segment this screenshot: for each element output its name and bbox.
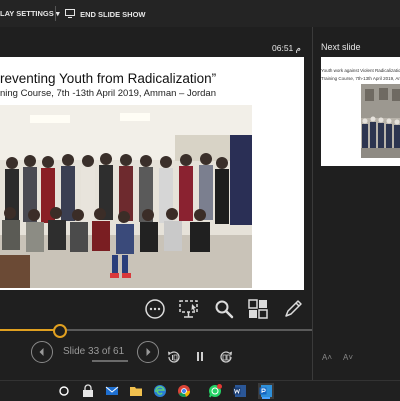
next-slide-heading: Next slide: [321, 42, 361, 52]
pause-icon: [197, 352, 203, 361]
taskbar-word[interactable]: [232, 383, 248, 399]
forward-30-icon: [220, 351, 232, 363]
forward-button[interactable]: [218, 350, 234, 364]
chrome-icon: [178, 385, 191, 398]
search-icon: [59, 386, 69, 396]
rewind-button[interactable]: [166, 350, 182, 364]
lock-icon: [83, 384, 93, 397]
pen-pointer-icon: [179, 300, 198, 318]
see-all-slides-icon: [248, 299, 268, 319]
edge-icon: [154, 385, 166, 397]
taskbar-chrome[interactable]: [176, 383, 192, 399]
taskbar-lock-app[interactable]: [80, 383, 96, 399]
end-slide-show-label: END SLIDE SHOW: [80, 10, 146, 19]
taskbar-powerpoint[interactable]: [258, 383, 274, 399]
powerpoint-icon: [259, 385, 272, 397]
presenter-toolbar: LAY SETTINGS ▾ END SLIDE SHOW: [0, 0, 400, 28]
pointer-tool-button[interactable]: [178, 298, 200, 320]
taskbar-file-explorer[interactable]: [128, 383, 144, 399]
slide-subtitle: ning Course, 7th -13th April 2019, Amman…: [0, 88, 216, 99]
zoom-icon: [215, 300, 234, 319]
taskbar-search[interactable]: [56, 383, 72, 399]
slide-progress-bar[interactable]: [0, 324, 312, 338]
slide-title: reventing Youth from Radicalization”: [0, 71, 217, 86]
current-slide[interactable]: reventing Youth from Radicalization” nin…: [0, 57, 304, 290]
chevron-right-icon: [146, 348, 151, 356]
chevron-left-icon: [39, 348, 44, 356]
see-all-slides-button[interactable]: [247, 298, 269, 320]
display-settings-button[interactable]: LAY SETTINGS ▾: [0, 9, 60, 18]
taskbar-whatsapp[interactable]: [207, 383, 223, 399]
next-slide-title: Youth work against Violent Radicalizatio…: [321, 68, 400, 73]
previous-slide-button[interactable]: [31, 341, 53, 363]
end-show-icon: [65, 9, 75, 18]
mail-icon: [105, 386, 119, 395]
rewind-10-icon: [168, 351, 180, 363]
pen-icon: [285, 300, 302, 317]
next-slide-button[interactable]: [137, 341, 159, 363]
elapsed-timer: 06:51 م: [272, 43, 301, 53]
group-photo: [0, 105, 252, 288]
toolbar-divider: [55, 6, 56, 21]
next-slide-photo: [361, 84, 400, 158]
slide-progress-fill: [0, 329, 60, 331]
pause-button[interactable]: [192, 350, 208, 364]
zoom-button[interactable]: [213, 298, 235, 320]
more-options-icon: [145, 299, 165, 319]
slide-counter-underline: [92, 360, 128, 362]
pen-tool-button[interactable]: [282, 298, 304, 320]
end-slide-show-button[interactable]: END SLIDE SHOW: [65, 9, 146, 19]
taskbar-mail[interactable]: [104, 383, 120, 399]
whatsapp-icon: [209, 384, 222, 398]
increase-font-button[interactable]: A˄: [322, 353, 332, 362]
more-options-button[interactable]: [144, 298, 166, 320]
folder-icon: [130, 387, 142, 396]
slide-counter[interactable]: Slide 33 of 61: [63, 346, 124, 357]
next-slide-subtitle: Training Course, 7th-13th April 2019, Am…: [321, 76, 400, 81]
windows-taskbar: [0, 380, 400, 401]
word-icon: [233, 385, 246, 397]
decrease-font-button[interactable]: A˅: [343, 353, 353, 362]
taskbar-edge[interactable]: [152, 383, 168, 399]
next-slide-preview[interactable]: Youth work against Violent Radicalizatio…: [321, 57, 400, 166]
